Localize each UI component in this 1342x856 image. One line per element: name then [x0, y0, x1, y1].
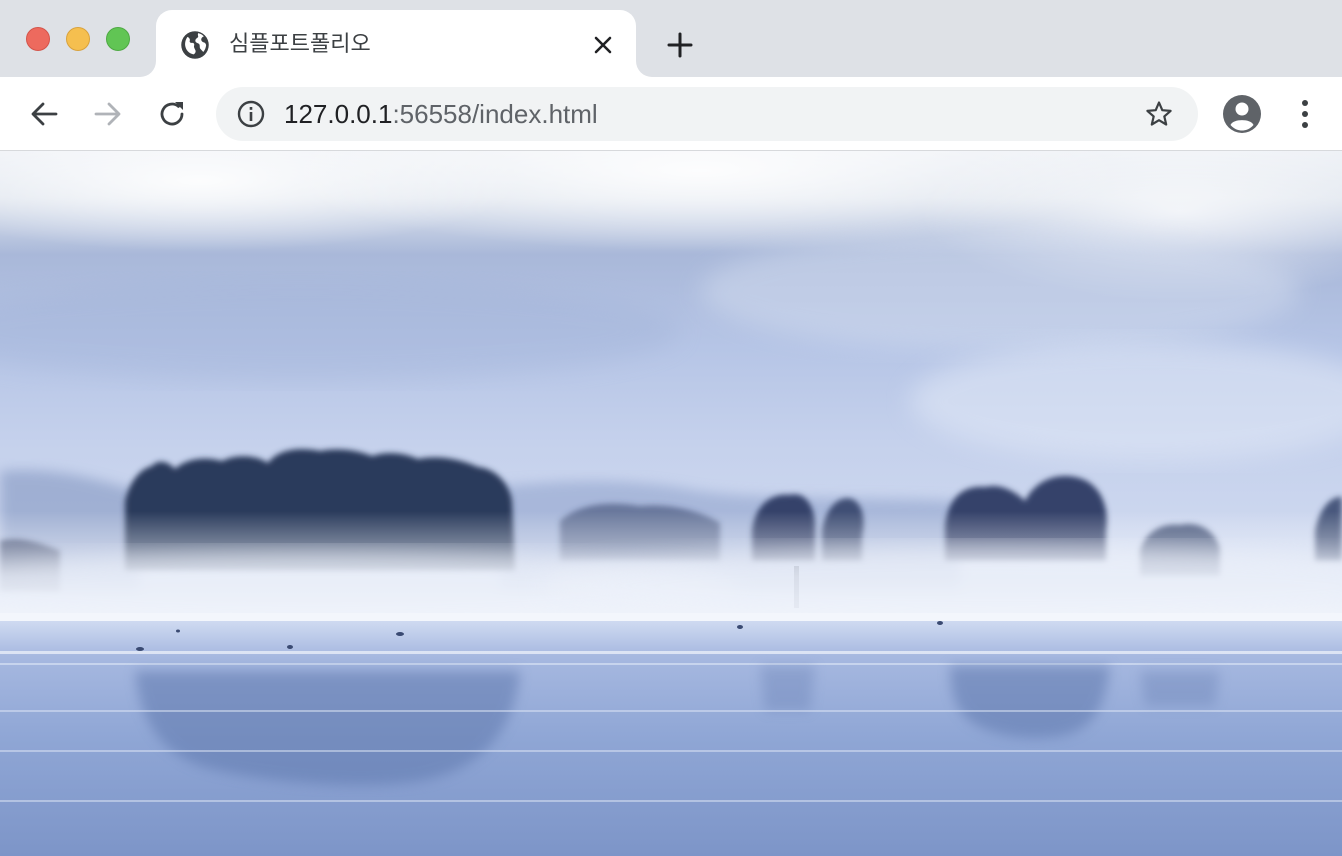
window-close-button[interactable] — [26, 27, 50, 51]
tab-title: 심플포트폴리오 — [229, 31, 371, 56]
forward-button[interactable] — [90, 96, 126, 132]
browser-menu-button[interactable] — [1290, 94, 1320, 134]
tab-close-button[interactable] — [588, 30, 618, 60]
reload-icon — [160, 102, 184, 126]
plus-icon — [667, 32, 693, 58]
window-minimize-button[interactable] — [66, 27, 90, 51]
window-zoom-button[interactable] — [106, 27, 130, 51]
kebab-menu-icon — [1302, 100, 1308, 128]
star-icon[interactable] — [1144, 99, 1174, 129]
reload-button[interactable] — [154, 96, 190, 132]
page-viewport — [0, 151, 1342, 856]
hero-image — [0, 151, 1342, 856]
info-icon[interactable] — [236, 99, 266, 129]
browser-toolbar: 127.0.0.1:56558/index.html — [0, 77, 1342, 151]
url-path: :56558/index.html — [392, 99, 598, 129]
arrow-left-icon — [31, 102, 58, 126]
tab-strip: 심플포트폴리오 — [0, 0, 1342, 77]
browser-tab-active[interactable]: 심플포트폴리오 — [156, 10, 636, 77]
address-bar[interactable]: 127.0.0.1:56558/index.html — [216, 87, 1198, 141]
account-circle-icon[interactable] — [1222, 94, 1262, 134]
globe-icon — [181, 31, 209, 59]
new-tab-button[interactable] — [662, 27, 698, 63]
url-host: 127.0.0.1 — [284, 99, 393, 129]
back-button[interactable] — [26, 96, 62, 132]
url-text[interactable]: 127.0.0.1:56558/index.html — [284, 99, 598, 129]
close-icon — [594, 36, 612, 54]
arrow-right-icon — [94, 102, 121, 126]
